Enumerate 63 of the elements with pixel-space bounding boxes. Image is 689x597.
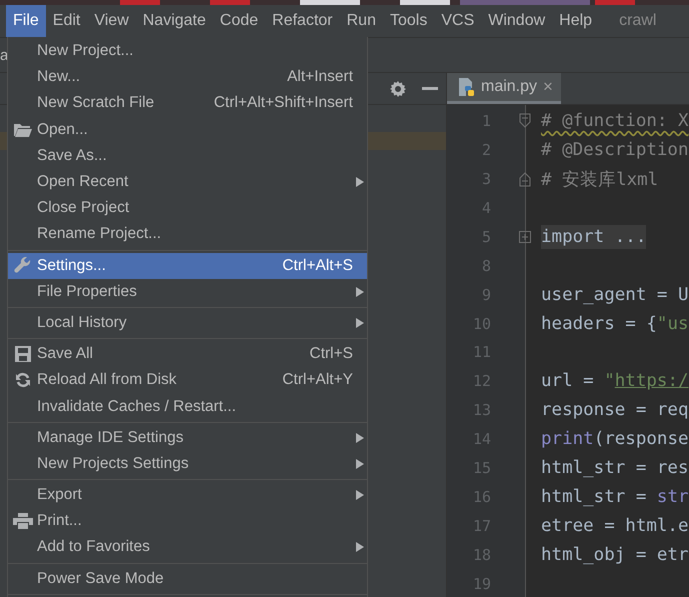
code-line: etree = html.e	[541, 516, 689, 536]
menu-item[interactable]: Power Save Mode	[8, 566, 367, 592]
code-line: # 安装库lxml	[541, 169, 658, 192]
menu-item[interactable]: New Project...	[8, 38, 367, 64]
menu-item[interactable]: Invalidate Caches / Restart...	[8, 393, 367, 420]
menu-bar-item[interactable]: Edit	[46, 5, 88, 37]
menu-item[interactable]: Reload All from Disk Ctrl+Alt+Y	[8, 367, 367, 394]
code-line: # @Description	[541, 140, 689, 160]
reload-icon	[14, 372, 30, 388]
menu-item[interactable]: New Scratch File Ctrl+Alt+Shift+Insert	[8, 90, 367, 117]
printer-icon	[12, 513, 32, 530]
menu-bar-item[interactable]: Navigate	[136, 5, 213, 37]
menu-item[interactable]: Close Project	[8, 195, 367, 222]
wrench-icon	[14, 256, 32, 275]
menu-bar-item[interactable]: Run	[340, 5, 383, 37]
menu-bar-item[interactable]: VCS	[434, 5, 482, 37]
menu-bar-item[interactable]: Window	[481, 5, 552, 37]
menu-bar-item[interactable]: View	[87, 5, 136, 37]
submenu-arrow-icon	[356, 490, 364, 500]
submenu-arrow-icon	[356, 432, 364, 443]
menu-item[interactable]: Save As...	[8, 142, 367, 169]
expand-icon[interactable]	[519, 230, 531, 243]
code-line: print(response	[541, 429, 689, 450]
menu-item[interactable]: Open...	[8, 116, 367, 143]
settings-icon[interactable]	[390, 80, 406, 96]
project-title: crawl	[618, 11, 656, 31]
menu-item[interactable]: Manage IDE Settings	[8, 424, 367, 451]
menu-bar-item[interactable]: Tools	[382, 5, 434, 37]
menu-item[interactable]: Rename Project...	[8, 221, 367, 248]
menu-item[interactable]: Export	[8, 482, 367, 508]
minimize-icon[interactable]	[422, 86, 438, 90]
menu-item[interactable]: Local History	[8, 310, 367, 336]
submenu-arrow-icon	[356, 542, 364, 552]
menu-item[interactable]: Save All Ctrl+S	[8, 341, 367, 368]
menu-bar-item[interactable]: Help	[552, 5, 600, 37]
fold-icon[interactable]	[519, 171, 531, 188]
code-line: headers = {"us	[541, 314, 689, 334]
code-line: user_agent = U	[541, 284, 689, 305]
menu-item[interactable]: File Properties	[8, 278, 367, 305]
python-file-icon	[457, 76, 475, 97]
code-line: response = req	[541, 400, 689, 420]
code-line: # @function: X	[541, 111, 689, 132]
menu-item[interactable]: Print...	[8, 508, 367, 534]
submenu-arrow-icon	[356, 286, 364, 297]
code-line: html_str = str	[541, 486, 689, 507]
submenu-arrow-icon	[356, 318, 364, 328]
menu-item[interactable]: New Projects Settings	[8, 450, 367, 477]
code-line: html_str = res	[541, 458, 689, 478]
menu-item[interactable]: Settings... Ctrl+Alt+S	[8, 252, 367, 279]
folder-icon	[14, 122, 32, 137]
menu-item[interactable]: New... Alt+Insert	[8, 64, 367, 90]
submenu-arrow-icon	[356, 177, 364, 188]
editor-tab[interactable]: main.py ×	[447, 73, 561, 104]
close-button[interactable]: ×	[543, 76, 553, 97]
menu-bar-item[interactable]: Refactor	[265, 5, 340, 37]
code-line: url = "https:/	[541, 371, 689, 392]
menu-bar-item[interactable]: Code	[212, 5, 266, 37]
menu-bar-item[interactable]: File	[6, 5, 46, 37]
code-line: html_obj = etr	[541, 544, 689, 565]
menu-item[interactable]: Add to Favorites	[8, 534, 367, 561]
menu-item[interactable]: Open Recent	[8, 168, 367, 196]
fold-icon[interactable]	[519, 113, 531, 130]
submenu-arrow-icon	[356, 458, 364, 469]
